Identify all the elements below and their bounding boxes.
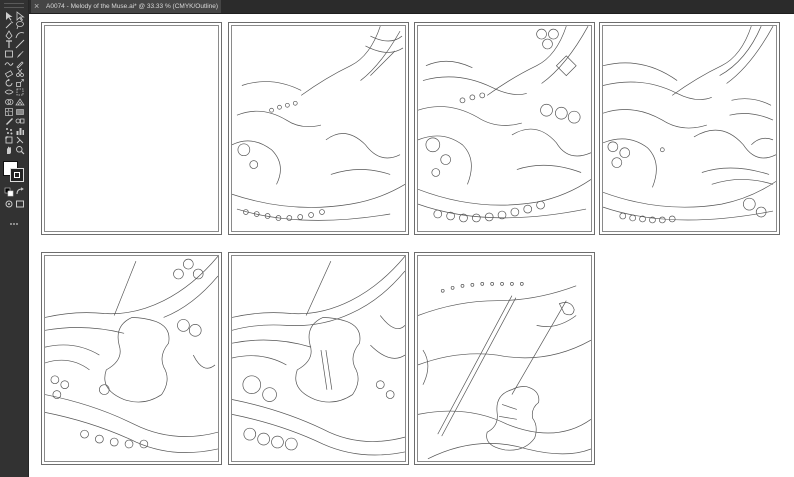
artboard-2[interactable] <box>228 22 409 235</box>
hand-tool-icon[interactable] <box>3 144 14 155</box>
artwork-waves-pattern <box>232 256 405 456</box>
swap-colors-icon[interactable] <box>14 186 25 197</box>
illustrator-window: × A0074 - Melody of the Muse.ai* @ 33.33… <box>0 0 794 477</box>
artboard-bleed-guide <box>231 255 406 462</box>
close-tab-icon[interactable]: × <box>34 0 43 13</box>
default-colors-icon[interactable] <box>3 186 14 197</box>
artboard-5[interactable] <box>41 252 222 465</box>
canvas[interactable] <box>29 14 794 477</box>
panel-grip[interactable] <box>4 3 24 8</box>
artboard-bleed-guide <box>44 25 219 232</box>
screen-mode-icon[interactable] <box>14 198 25 209</box>
artwork-partial-pattern <box>232 26 405 221</box>
artboard-6[interactable] <box>228 252 409 465</box>
draw-normal-icon[interactable] <box>3 198 14 209</box>
artwork-detailed-pattern <box>418 26 591 223</box>
artboard-1[interactable] <box>41 22 222 235</box>
artboard-7[interactable] <box>414 252 595 465</box>
stroke-swatch[interactable] <box>10 168 24 182</box>
artboard-3[interactable] <box>414 22 595 235</box>
artboard-4[interactable] <box>599 22 780 235</box>
artwork-full-pattern <box>45 256 218 453</box>
artboard-bleed-guide <box>44 255 219 462</box>
zoom-tool-icon[interactable] <box>14 144 25 155</box>
document-tab[interactable]: × A0074 - Melody of the Muse.ai* @ 33.33… <box>31 0 221 13</box>
artboard-bleed-guide <box>417 25 592 232</box>
artwork-violin-outline <box>418 282 591 460</box>
document-title: A0074 - Melody of the Muse.ai* @ 33.33 %… <box>46 3 219 10</box>
artboard-bleed-guide <box>602 25 777 232</box>
artwork-dense-pattern <box>603 26 776 224</box>
artboard-bleed-guide <box>231 25 406 232</box>
document-tab-bar: × A0074 - Melody of the Muse.ai* @ 33.33… <box>29 0 794 14</box>
artboard-bleed-guide <box>417 255 592 462</box>
more-tools-icon[interactable] <box>8 218 19 229</box>
tools-panel <box>0 0 29 477</box>
